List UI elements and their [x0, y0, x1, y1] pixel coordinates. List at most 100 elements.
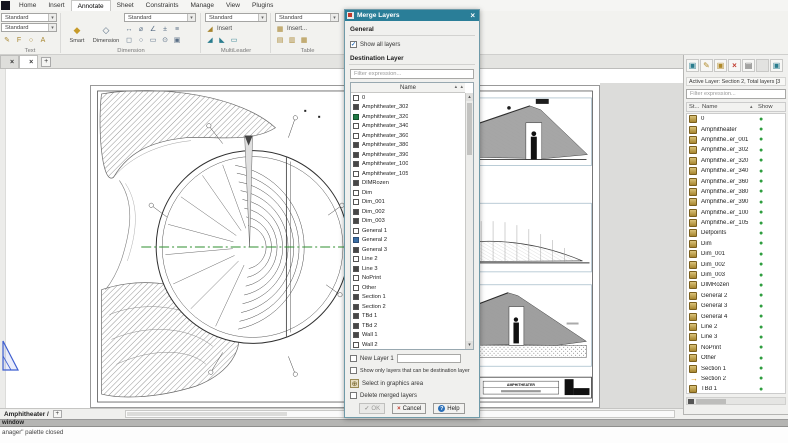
table-insert-button[interactable]: ▦ Insert...	[275, 24, 307, 34]
layer-color-swatch[interactable]	[353, 313, 359, 319]
layer-row[interactable]: 0	[351, 93, 465, 103]
dimension-tool-icon[interactable]: ∠	[148, 24, 158, 34]
name-column-header[interactable]: Name	[702, 104, 750, 110]
sort-icons[interactable]: ▴ ▴	[455, 84, 464, 90]
layer-status-icon[interactable]	[689, 167, 697, 175]
layer-row[interactable]: Amphitheater_340	[351, 122, 465, 132]
multileader-tool-icon[interactable]: ◣	[217, 35, 227, 45]
layer-status-icon[interactable]	[689, 354, 697, 362]
layer-color-swatch[interactable]	[353, 285, 359, 291]
layer-row[interactable]: Other	[351, 283, 465, 293]
layer-status-icon[interactable]	[689, 333, 697, 341]
vertical-scrollbar[interactable]: ▴ ▾	[465, 93, 473, 349]
dimension-tool-icon[interactable]: ○	[136, 35, 146, 45]
layer-status-icon[interactable]	[689, 229, 697, 237]
layer-row[interactable]: Section 2 ●	[687, 374, 785, 384]
status-column-header[interactable]: St...	[687, 104, 702, 110]
ribbon-tab[interactable]: Insert	[42, 0, 70, 11]
layer-visible-icon[interactable]: ●	[759, 303, 763, 310]
text-substyle-dropdown[interactable]: Standard▾	[1, 23, 57, 32]
scroll-up-icon[interactable]: ▴	[466, 93, 473, 101]
layer-row[interactable]: NoPrint	[351, 274, 465, 284]
layer-row[interactable]: Section 2	[351, 302, 465, 312]
layers-toolbar-icon[interactable]: ×	[728, 59, 741, 72]
layer-row[interactable]: Line 3 ●	[687, 332, 785, 342]
layer-row[interactable]: Dim_002 ●	[687, 259, 785, 269]
layer-row[interactable]: Amphitheater_390	[351, 150, 465, 160]
delete-merged-checkbox[interactable]	[350, 392, 357, 399]
layer-row[interactable]: Amphithe..er_390 ●	[687, 197, 785, 207]
layer-color-swatch[interactable]	[353, 209, 359, 215]
layer-status-icon[interactable]	[689, 146, 697, 154]
layer-row[interactable]: Amphitheater_380	[351, 141, 465, 151]
layer-row[interactable]: DIMRozen	[351, 179, 465, 189]
layer-color-swatch[interactable]	[353, 95, 359, 101]
layer-row[interactable]: Amphitheater ●	[687, 124, 785, 134]
layer-row[interactable]: DIMRozen ●	[687, 280, 785, 290]
layer-row[interactable]: Amphithe..er_340 ●	[687, 166, 785, 176]
layer-row[interactable]: Amphithe..er_105 ●	[687, 218, 785, 228]
dropdown-arrow-icon[interactable]: ▾	[48, 24, 56, 31]
ribbon-tab[interactable]: Home	[13, 0, 42, 11]
layer-color-swatch[interactable]	[353, 104, 359, 110]
layer-row[interactable]: Dim_002	[351, 207, 465, 217]
ribbon-tab[interactable]: Constraints	[140, 0, 185, 11]
layer-visible-icon[interactable]: ●	[759, 209, 763, 216]
ucs-navigation-widget[interactable]	[2, 327, 22, 373]
layer-visible-icon[interactable]: ●	[759, 126, 763, 133]
scrollbar-thumb[interactable]	[696, 399, 726, 404]
new-layer-row[interactable]: New Layer 1	[350, 354, 461, 363]
close-tab-icon[interactable]: ×	[29, 59, 33, 66]
layer-status-icon[interactable]	[689, 157, 697, 165]
layer-visible-icon[interactable]: ●	[759, 188, 763, 195]
close-tab-icon[interactable]: ×	[10, 59, 14, 66]
show-all-layers-checkbox[interactable]: ✓	[350, 41, 357, 48]
layer-status-icon[interactable]	[689, 136, 697, 144]
panel-column-headers[interactable]: St... Name ▴ Show	[686, 102, 786, 112]
layer-visible-icon[interactable]: ●	[759, 261, 763, 268]
layer-visible-icon[interactable]: ●	[759, 282, 763, 289]
layer-color-swatch[interactable]	[353, 323, 359, 329]
text-tool-icon[interactable]: ✎	[2, 35, 12, 45]
layer-visible-icon[interactable]: ●	[759, 365, 763, 372]
scrollbar-thumb[interactable]	[127, 412, 287, 416]
name-column-header[interactable]: Name	[351, 83, 465, 93]
layer-row[interactable]: Amphithe..er_100 ●	[687, 208, 785, 218]
show-column-header[interactable]: Show	[758, 104, 782, 110]
layout-tab[interactable]: Amphitheater /	[4, 411, 49, 418]
layer-color-swatch[interactable]	[353, 247, 359, 253]
layer-row[interactable]: Dim_001	[351, 198, 465, 208]
new-document-tab-button[interactable]: +	[41, 57, 51, 67]
layer-row[interactable]: Other ●	[687, 353, 785, 363]
layer-color-swatch[interactable]	[353, 142, 359, 148]
command-window-header[interactable]: window	[0, 419, 788, 427]
show-all-layers-row[interactable]: ✓ Show all layers	[350, 41, 400, 48]
layer-row[interactable]: Amphithe..er_001 ●	[687, 135, 785, 145]
dimension-style-dropdown[interactable]: Standard▾	[124, 13, 196, 22]
layer-color-swatch[interactable]	[353, 266, 359, 272]
dimension-tool-icon[interactable]: ⊙	[160, 35, 170, 45]
layers-toolbar-icon[interactable]: ▤	[742, 59, 755, 72]
layer-row[interactable]: Dim	[351, 188, 465, 198]
layer-color-swatch[interactable]	[353, 218, 359, 224]
layer-color-swatch[interactable]	[353, 161, 359, 167]
dimension-tool-icon[interactable]: ◻	[124, 35, 134, 45]
layer-row[interactable]: 0 ●	[687, 114, 785, 124]
dropdown-arrow-icon[interactable]: ▾	[258, 14, 266, 21]
layer-row[interactable]: Amphithe..er_302 ●	[687, 145, 785, 155]
layer-visible-icon[interactable]: ●	[759, 116, 763, 123]
dimension-tool-icon[interactable]: ▭	[148, 35, 158, 45]
layer-color-swatch[interactable]	[353, 190, 359, 196]
multileader-style-dropdown[interactable]: Standard▾	[205, 13, 267, 22]
layer-color-swatch[interactable]	[353, 171, 359, 177]
layer-color-swatch[interactable]	[353, 133, 359, 139]
layer-status-icon[interactable]	[689, 115, 697, 123]
layer-color-swatch[interactable]	[353, 332, 359, 338]
layer-color-swatch[interactable]	[353, 228, 359, 234]
layer-row[interactable]: Dim_001 ●	[687, 249, 785, 259]
multileader-tool-icon[interactable]: ◢	[205, 35, 215, 45]
multileader-tool-icon[interactable]: ▭	[229, 35, 239, 45]
select-in-graphics-icon[interactable]: ⊕	[350, 379, 359, 388]
new-layer-name-input[interactable]	[397, 354, 461, 363]
layer-status-icon[interactable]	[689, 188, 697, 196]
